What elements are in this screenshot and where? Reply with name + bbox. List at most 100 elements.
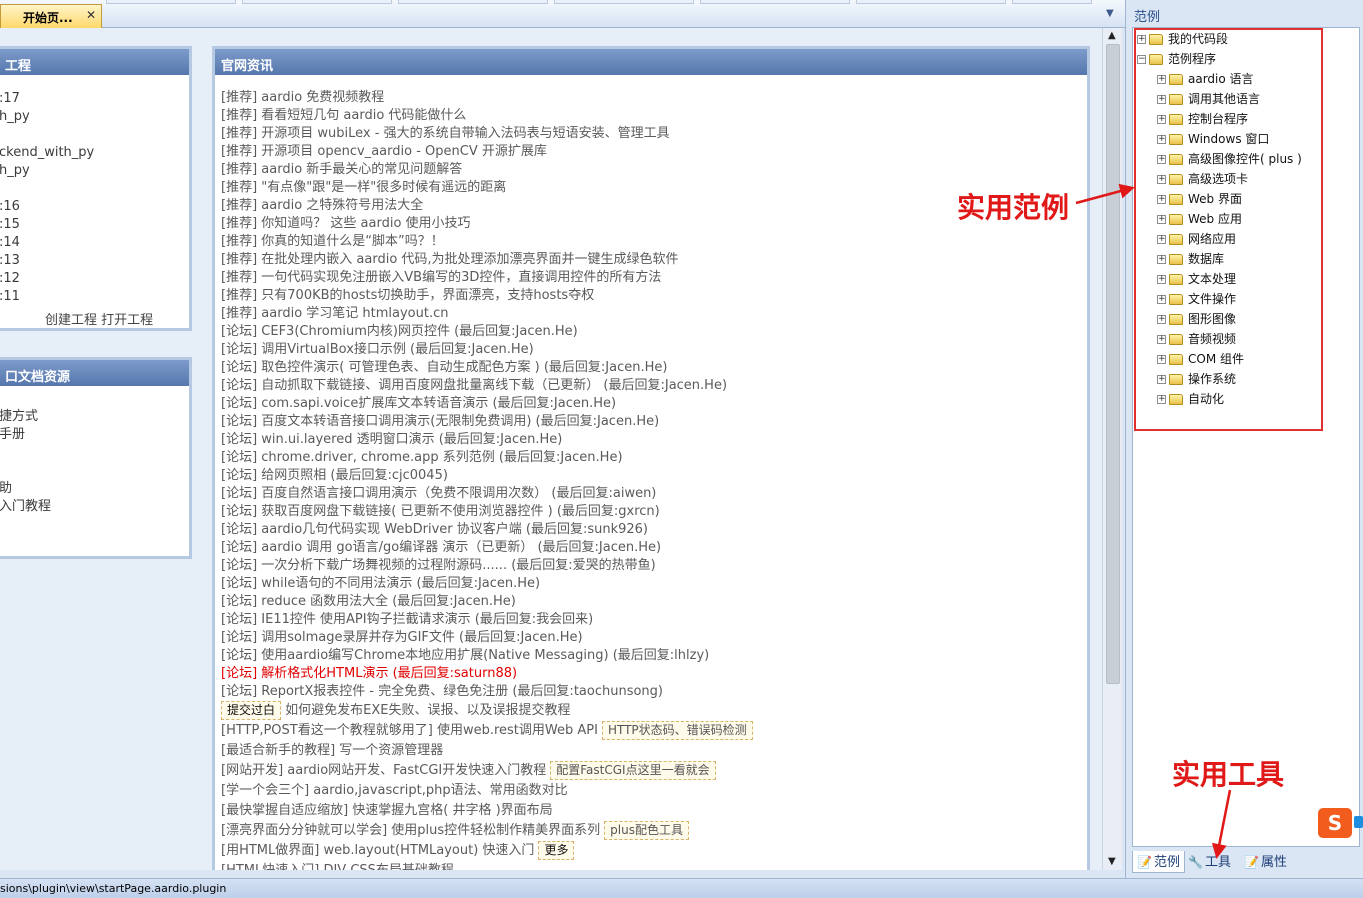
news-item[interactable]: [论坛] 百度文本转语音接口调用演示(无限制免费调用) (最后回复:Jacen.… (221, 413, 1083, 431)
expand-icon[interactable]: + (1157, 295, 1166, 304)
news-item[interactable]: [论坛] chrome.driver, chrome.app 系列范例 (最后回… (221, 449, 1083, 467)
news-item[interactable]: [论坛] 取色控件演示( 可管理色表、自动生成配色方案 ) (最后回复:Jace… (221, 359, 1083, 377)
tree-node[interactable]: + 音频视频 (1157, 329, 1236, 349)
tree-node[interactable]: + 数据库 (1157, 249, 1224, 269)
tree-node[interactable]: + 控制台程序 (1157, 109, 1248, 129)
tree-node[interactable]: + 我的代码段 (1137, 29, 1228, 49)
tab-properties[interactable]: 📝 属性 (1244, 851, 1287, 873)
tutorial-link[interactable]: [HTTP,POST看这一个教程就够用了] 使用web.rest调用Web AP… (221, 723, 598, 738)
tree-node[interactable]: + 文本处理 (1157, 269, 1236, 289)
tutorial-link[interactable]: [漂亮界面分分钟就可以学会] 使用plus控件轻松制作精美界面系列 (221, 823, 600, 838)
create-project-link[interactable]: 创建工程 (45, 313, 97, 328)
expand-icon[interactable]: + (1157, 135, 1166, 144)
recent-project-item[interactable]: :16 (0, 198, 94, 216)
recent-project-item[interactable]: :14 (0, 234, 94, 252)
tree-node[interactable]: + 高级图像控件( plus ) (1157, 149, 1302, 169)
news-item-hot[interactable]: [论坛] 解析格式化HTML演示 (最后回复:saturn88) (221, 665, 1083, 683)
close-icon[interactable]: ✕ (86, 8, 96, 22)
tab-examples[interactable]: 📝 范例 (1132, 851, 1185, 873)
recent-project-item[interactable]: :11 (0, 288, 94, 306)
expand-icon[interactable]: + (1157, 255, 1166, 264)
tree-node[interactable]: + 图形图像 (1157, 309, 1236, 329)
tutorial-link[interactable]: [最适合新手的教程] 写一个资源管理器 (221, 743, 443, 758)
tree-node[interactable]: − 范例程序 (1137, 49, 1216, 69)
expand-icon[interactable]: + (1157, 215, 1166, 224)
news-item[interactable]: [论坛] CEF3(Chromium内核)网页控件 (最后回复:Jacen.He… (221, 323, 1083, 341)
scroll-up-icon[interactable]: ▲ (1108, 30, 1116, 41)
tree-node[interactable]: + aardio 语言 (1157, 69, 1254, 89)
recent-project-item[interactable]: h_py (0, 162, 94, 180)
tag-button[interactable]: HTTP状态码、错误码检测 (601, 721, 753, 740)
news-item[interactable]: [推荐] 看看短短几句 aardio 代码能做什么 (221, 107, 1083, 125)
news-item[interactable]: [推荐] aardio 之特殊符号用法大全 (221, 197, 1083, 215)
expand-icon[interactable]: + (1157, 375, 1166, 384)
tab-tools[interactable]: 🔧 工具 (1188, 851, 1231, 873)
expand-icon[interactable]: + (1157, 75, 1166, 84)
tutorial-link[interactable]: 如何避免发布EXE失败、误报、以及误报提交教程 (281, 703, 570, 718)
news-item[interactable]: [论坛] win.ui.layered 透明窗口演示 (最后回复:Jacen.H… (221, 431, 1083, 449)
news-item[interactable]: [论坛] 百度自然语言接口调用演示（免费不限调用次数） (最后回复:aiwen) (221, 485, 1083, 503)
expand-icon[interactable]: + (1157, 175, 1166, 184)
news-item[interactable]: [论坛] while语句的不同用法演示 (最后回复:Jacen.He) (221, 575, 1083, 593)
news-item[interactable]: [推荐] 开源项目 wubiLex - 强大的系统自带输入法码表与短语安装、管理… (221, 125, 1083, 143)
recent-project-item[interactable]: :13 (0, 252, 94, 270)
news-item[interactable]: [论坛] com.sapi.voice扩展库文本转语音演示 (最后回复:Jace… (221, 395, 1083, 413)
docs-item[interactable]: 助 (0, 480, 51, 498)
expand-icon[interactable]: + (1157, 195, 1166, 204)
tree-node[interactable]: + 操作系统 (1157, 369, 1236, 389)
tree-node[interactable]: + Windows 窗口 (1157, 129, 1269, 149)
expand-icon[interactable]: + (1157, 235, 1166, 244)
news-item[interactable]: [推荐] 你知道吗？ 这些 aardio 使用小技巧 (221, 215, 1083, 233)
expand-icon[interactable]: + (1157, 335, 1166, 344)
submit-whitelist-button[interactable]: 提交过白 (221, 701, 282, 720)
expand-icon[interactable]: + (1157, 115, 1166, 124)
news-item[interactable]: [论坛] aardio 调用 go语言/go编译器 演示（已更新） (最后回复:… (221, 539, 1083, 557)
news-item[interactable]: [推荐] 一句代码实现免注册嵌入VB编写的3D控件，直接调用控件的所有方法 (221, 269, 1083, 287)
news-item[interactable]: [论坛] 一次分析下载广场舞视频的过程附源码...... (最后回复:爱哭的热带… (221, 557, 1083, 575)
docs-item[interactable]: 入门教程 (0, 498, 51, 516)
recent-project-item[interactable]: h_py (0, 108, 94, 126)
expand-icon[interactable]: + (1137, 35, 1146, 44)
news-item[interactable]: [推荐] 开源项目 opencv_aardio - OpenCV 开源扩展库 (221, 143, 1083, 161)
tutorial-link[interactable]: [学一个会三个] aardio,javascript,php语法、常用函数对比 (221, 783, 568, 798)
news-item[interactable]: [推荐] aardio 学习笔记 htmlayout.cn (221, 305, 1083, 323)
expand-icon[interactable]: + (1157, 355, 1166, 364)
news-item[interactable]: [论坛] 使用aardio编写Chrome本地应用扩展(Native Messa… (221, 647, 1083, 665)
tree-node[interactable]: + 调用其他语言 (1157, 89, 1260, 109)
news-item[interactable]: [论坛] aardio几句代码实现 WebDriver 协议客户端 (最后回复:… (221, 521, 1083, 539)
tree-node[interactable]: + 自动化 (1157, 389, 1224, 409)
news-item[interactable]: [推荐] 你真的知道什么是“脚本”吗？！ (221, 233, 1083, 251)
tree-node[interactable]: + Web 应用 (1157, 209, 1242, 229)
collapse-icon[interactable]: − (1137, 55, 1146, 64)
expand-icon[interactable]: + (1157, 315, 1166, 324)
recent-project-item[interactable]: :15 (0, 216, 94, 234)
tutorial-link[interactable]: [HTML快速入门] DIV CSS布局基础教程 (221, 863, 454, 870)
news-item[interactable]: [推荐] aardio 免费视频教程 (221, 89, 1083, 107)
tutorial-link[interactable]: [最快掌握自适应缩放] 快速掌握九宫格( 井字格 )界面布局 (221, 803, 553, 818)
tree-node[interactable]: + COM 组件 (1157, 349, 1244, 369)
tag-button[interactable]: plus配色工具 (604, 821, 689, 840)
tree-node[interactable]: + Web 界面 (1157, 189, 1242, 209)
docs-item[interactable]: 捷方式 (0, 408, 51, 426)
tag-button[interactable]: 配置FastCGI点这里一看就会 (550, 761, 716, 780)
news-item[interactable]: [论坛] 获取百度网盘下载链接( 已更新不使用浏览器控件 ) (最后回复:gxr… (221, 503, 1083, 521)
news-item[interactable]: [推荐] aardio 新手最关心的常见问题解答 (221, 161, 1083, 179)
news-item[interactable]: [推荐] 只有700KB的hosts切换助手，界面漂亮，支持hosts夺权 (221, 287, 1083, 305)
expand-icon[interactable]: + (1157, 155, 1166, 164)
news-item[interactable]: [论坛] ReportX报表控件 - 完全免费、绿色免注册 (最后回复:taoc… (221, 683, 1083, 701)
tree-node[interactable]: + 高级选项卡 (1157, 169, 1248, 189)
news-item[interactable]: [推荐] "有点像"跟"是一样"很多时候有遥远的距离 (221, 179, 1083, 197)
news-item[interactable]: [论坛] IE11控件 使用API钩子拦截请求演示 (最后回复:我会回来) (221, 611, 1083, 629)
recent-project-item[interactable]: ckend_with_py (0, 144, 94, 162)
expand-icon[interactable]: + (1157, 95, 1166, 104)
expand-icon[interactable]: + (1157, 395, 1166, 404)
tab-start-page[interactable]: 开始页... ✕ (0, 4, 102, 28)
vertical-scrollbar[interactable]: ▲ ▼ (1102, 28, 1122, 870)
recent-project-item[interactable]: :17 (0, 90, 94, 108)
scroll-down-icon[interactable]: ▼ (1108, 856, 1116, 867)
expand-icon[interactable]: + (1157, 275, 1166, 284)
tree-node[interactable]: + 文件操作 (1157, 289, 1236, 309)
sogou-ime-logo[interactable]: S (1318, 808, 1352, 838)
tutorial-link[interactable]: [网站开发] aardio网站开发、FastCGI开发快速入门教程 (221, 763, 546, 778)
more-button[interactable]: 更多 (538, 841, 575, 860)
